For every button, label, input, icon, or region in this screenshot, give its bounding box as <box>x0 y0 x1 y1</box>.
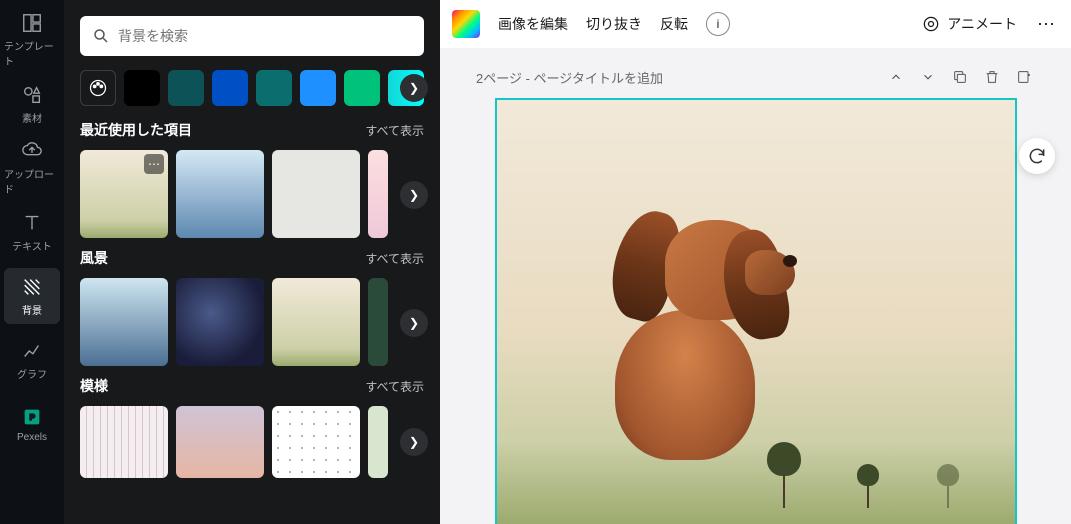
rail-upload[interactable]: アップロード <box>4 140 60 196</box>
bg-thumb[interactable] <box>272 150 360 238</box>
search-bar[interactable] <box>80 16 424 56</box>
animate-icon <box>921 14 941 34</box>
main-area: 画像を編集 切り抜き 反転 i アニメート ⋯ 2ページ - ページタイトルを追… <box>440 0 1071 524</box>
bg-thumb[interactable] <box>368 406 388 478</box>
see-all-link[interactable]: すべて表示 <box>365 378 424 395</box>
section-title: 最近使用した項目 <box>80 120 192 140</box>
bg-thumb[interactable] <box>80 278 168 366</box>
color-swatch[interactable] <box>212 70 248 106</box>
row-more-button[interactable]: ❯ <box>400 428 428 456</box>
bg-thumb[interactable]: ⋯ <box>80 150 168 238</box>
see-all-link[interactable]: すべて表示 <box>365 122 424 139</box>
animate-button[interactable]: アニメート <box>921 14 1017 34</box>
color-swatch[interactable] <box>344 70 380 106</box>
bg-thumb[interactable] <box>272 406 360 478</box>
section-landscape: 風景すべて表示 ❯ <box>80 248 424 368</box>
side-rail: テンプレート 素材 アップロード テキスト 背景 グラフ Pexels <box>0 0 64 524</box>
bg-thumb[interactable] <box>80 406 168 478</box>
bg-thumb[interactable] <box>368 278 388 366</box>
color-swatch[interactable] <box>300 70 336 106</box>
see-all-link[interactable]: すべて表示 <box>365 250 424 267</box>
more-menu-button[interactable]: ⋯ <box>1035 12 1059 36</box>
dog-image[interactable] <box>585 200 785 460</box>
bg-thumb[interactable] <box>176 278 264 366</box>
color-picker-button[interactable] <box>80 70 116 106</box>
rail-graph[interactable]: グラフ <box>4 332 60 388</box>
section-title: 風景 <box>80 248 108 268</box>
rail-pexels[interactable]: Pexels <box>4 396 60 452</box>
colors-more-button[interactable]: ❯ <box>400 74 428 102</box>
tree-graphic <box>937 464 959 508</box>
edit-image-button[interactable]: 画像を編集 <box>498 14 568 34</box>
row-more-button[interactable]: ❯ <box>400 309 428 337</box>
page-up-button[interactable] <box>885 66 907 88</box>
color-swatch[interactable] <box>124 70 160 106</box>
info-icon[interactable]: i <box>706 12 730 36</box>
section-recent: 最近使用した項目すべて表示 ⋯ ❯ <box>80 120 424 240</box>
bg-thumb[interactable] <box>368 150 388 238</box>
page-header: 2ページ - ページタイトルを追加 <box>468 66 1043 88</box>
row-more-button[interactable]: ❯ <box>400 181 428 209</box>
tree-graphic <box>857 464 879 508</box>
page-title-input[interactable]: 2ページ - ページタイトルを追加 <box>476 68 663 87</box>
color-swatch[interactable] <box>256 70 292 106</box>
flip-button[interactable]: 反転 <box>660 14 688 34</box>
add-page-button[interactable] <box>1013 66 1035 88</box>
delete-page-button[interactable] <box>981 66 1003 88</box>
regenerate-fab[interactable] <box>1019 138 1055 174</box>
search-input[interactable] <box>118 28 412 44</box>
rail-text[interactable]: テキスト <box>4 204 60 260</box>
duplicate-page-button[interactable] <box>949 66 971 88</box>
section-pattern: 模様すべて表示 ❯ <box>80 376 424 478</box>
rail-template[interactable]: テンプレート <box>4 12 60 68</box>
color-fill-button[interactable] <box>452 10 480 38</box>
color-swatch[interactable] <box>168 70 204 106</box>
context-toolbar: 画像を編集 切り抜き 反転 i アニメート ⋯ <box>440 0 1071 48</box>
color-row: ❯ <box>80 70 424 106</box>
design-canvas[interactable] <box>495 98 1017 524</box>
section-title: 模様 <box>80 376 108 396</box>
rail-background[interactable]: 背景 <box>4 268 60 324</box>
bg-thumb[interactable] <box>176 150 264 238</box>
bg-thumb[interactable] <box>176 406 264 478</box>
search-icon <box>92 27 110 45</box>
bg-thumb[interactable] <box>272 278 360 366</box>
canvas-area: 2ページ - ページタイトルを追加 <box>440 48 1071 524</box>
crop-button[interactable]: 切り抜き <box>586 14 642 34</box>
rail-elements[interactable]: 素材 <box>4 76 60 132</box>
page-down-button[interactable] <box>917 66 939 88</box>
thumb-menu-icon[interactable]: ⋯ <box>144 154 164 174</box>
side-panel: ❯ 最近使用した項目すべて表示 ⋯ ❯ 風景すべて表示 ❯ 模様すべて表示 ❯ <box>64 0 440 524</box>
